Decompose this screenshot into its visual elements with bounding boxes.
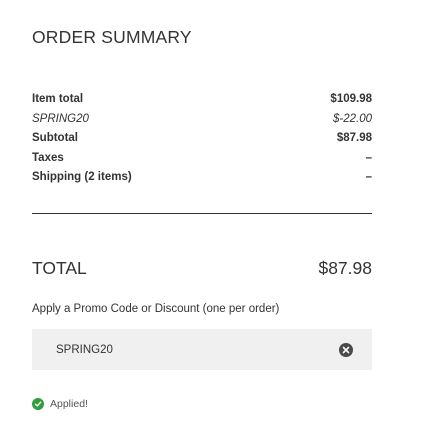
line-subtotal: Subtotal $87.98 xyxy=(32,132,372,152)
remove-promo-button[interactable] xyxy=(339,342,353,357)
line-taxes: Taxes – xyxy=(32,152,372,172)
line-promo-discount: SPRING20 $-22.00 xyxy=(32,113,372,133)
check-circle-icon xyxy=(32,398,44,410)
summary-lines: Item total $109.98 SPRING20 $-22.00 Subt… xyxy=(32,93,372,191)
line-amount: – xyxy=(365,151,372,164)
line-label: Subtotal xyxy=(32,132,78,144)
close-circle-icon xyxy=(342,346,350,353)
order-total: TOTAL $87.98 xyxy=(32,258,372,279)
total-amount: $87.98 xyxy=(318,258,372,278)
promo-code-value: SPRING20 xyxy=(56,343,113,356)
line-label: Shipping (2 items) xyxy=(32,171,132,183)
line-amount: $87.98 xyxy=(336,132,372,144)
line-shipping: Shipping (2 items) – xyxy=(32,171,372,191)
total-label: TOTAL xyxy=(32,258,87,278)
line-label: Item total xyxy=(32,93,84,105)
line-amount: $-22.00 xyxy=(332,112,372,125)
line-amount: – xyxy=(365,171,372,183)
order-summary: ORDER SUMMARY Item total $109.98 SPRING2… xyxy=(0,0,430,440)
summary-divider xyxy=(32,213,372,214)
line-item-total: Item total $109.98 xyxy=(32,93,372,113)
promo-applied-status: Applied! xyxy=(32,398,88,410)
promo-code-label: Apply a Promo Code or Discount (one per … xyxy=(32,303,280,315)
promo-status-text: Applied! xyxy=(50,398,88,410)
applied-promo-code-field: SPRING20 xyxy=(32,329,372,370)
line-label: SPRING20 xyxy=(32,112,89,125)
line-label: Taxes xyxy=(32,151,64,164)
order-summary-title: ORDER SUMMARY xyxy=(32,27,192,47)
line-amount: $109.98 xyxy=(330,93,372,105)
